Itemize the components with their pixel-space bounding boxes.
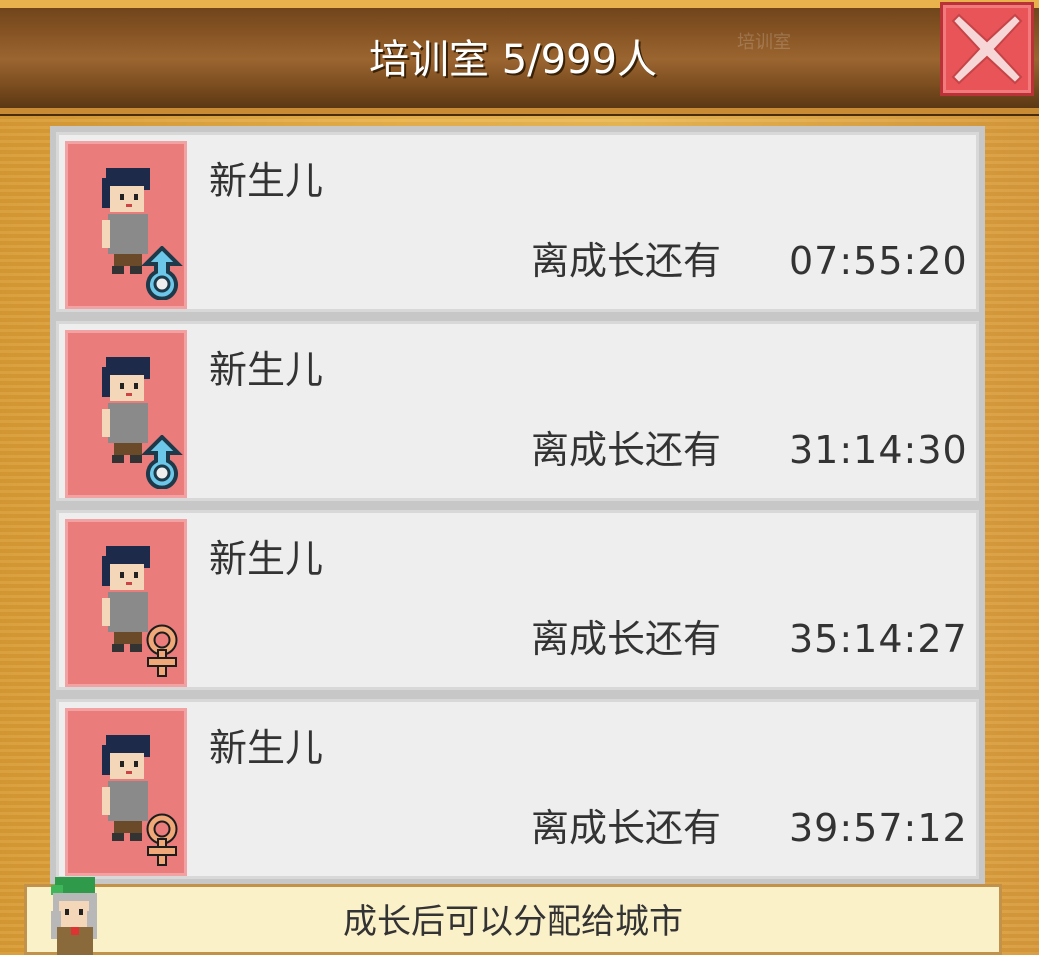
male-symbol-icon — [141, 435, 183, 489]
close-icon — [951, 13, 1023, 85]
resident-portrait — [65, 519, 187, 687]
title-bar-edge — [0, 0, 1039, 8]
resident-list: 新生儿 离成长还有 07:55:20 新生儿 离成长还有 31:14:30 新生… — [50, 126, 985, 886]
list-item[interactable]: 新生儿 离成长还有 07:55:20 — [56, 132, 979, 312]
resident-name: 新生儿 — [209, 537, 324, 581]
ghost-title-label: 培训室 — [737, 32, 791, 53]
male-symbol-icon — [141, 246, 183, 300]
resident-name: 新生儿 — [209, 726, 324, 770]
hint-text: 成长后可以分配给城市 — [343, 902, 683, 942]
list-item[interactable]: 新生儿 离成长还有 31:14:30 — [56, 321, 979, 501]
resident-portrait — [65, 141, 187, 309]
growth-label: 离成长还有 — [531, 239, 722, 283]
list-item[interactable]: 新生儿 离成长还有 39:57:12 — [56, 699, 979, 879]
page-title: 培训室 5/999人 — [369, 37, 657, 83]
growth-timer: 07:55:20 — [789, 239, 968, 283]
growth-label: 离成长还有 — [531, 806, 722, 850]
female-symbol-icon — [146, 813, 178, 866]
resident-name: 新生儿 — [209, 159, 324, 203]
growth-label: 离成长还有 — [531, 617, 722, 661]
growth-timer: 35:14:27 — [789, 617, 968, 661]
growth-timer: 31:14:30 — [789, 428, 968, 472]
resident-portrait — [65, 708, 187, 876]
hint-bar: 成长后可以分配给城市 — [24, 877, 1002, 955]
title-bar: 培训室 5/999人 培训室 — [0, 0, 1039, 114]
resident-portrait — [65, 330, 187, 498]
resident-name: 新生儿 — [209, 348, 324, 392]
growth-timer: 39:57:12 — [789, 806, 968, 850]
female-symbol-icon — [146, 624, 178, 677]
list-item[interactable]: 新生儿 离成长还有 35:14:27 — [56, 510, 979, 690]
close-button[interactable] — [940, 2, 1034, 96]
growth-label: 离成长还有 — [531, 428, 722, 472]
